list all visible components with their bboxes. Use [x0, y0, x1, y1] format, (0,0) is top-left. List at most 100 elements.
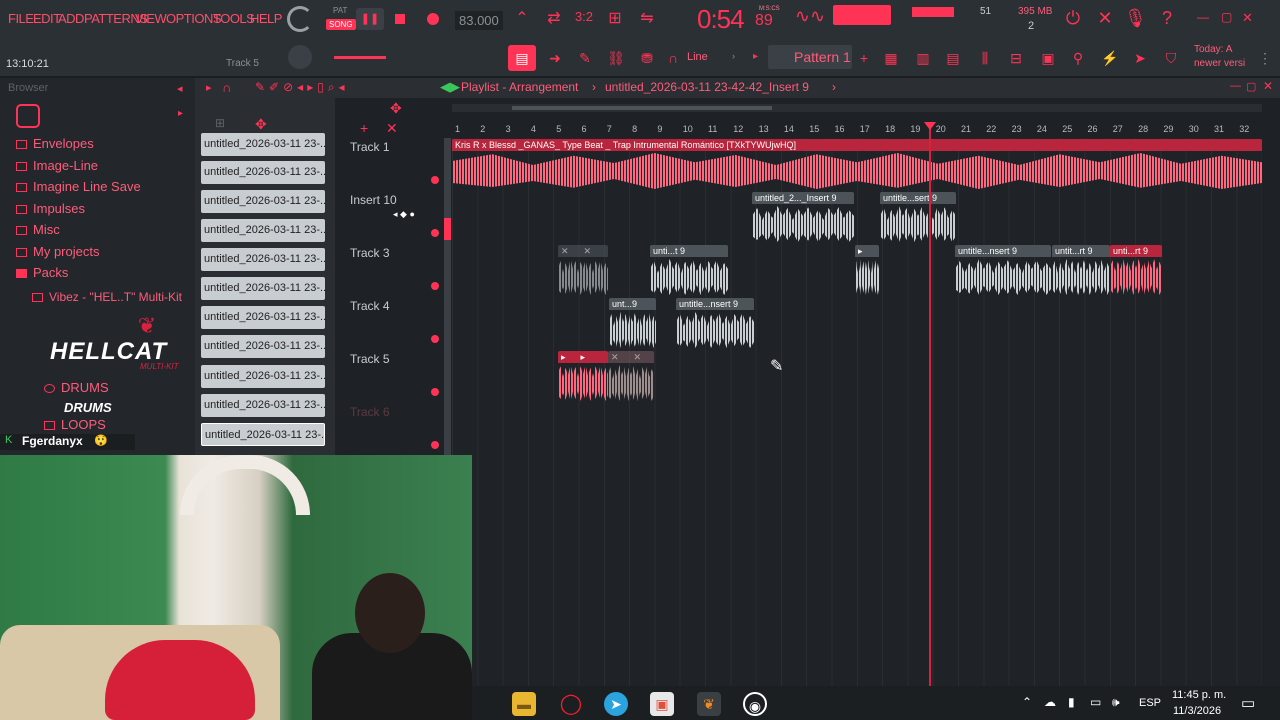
audio-clip-selected[interactable]: unti...rt 9: [1110, 245, 1162, 297]
track-header-5[interactable]: Track 5: [345, 350, 445, 402]
arrow-tool-icon[interactable]: ➜: [544, 50, 566, 68]
playlist-minimize-icon[interactable]: —: [1230, 80, 1241, 92]
master-volume-knob[interactable]: [288, 45, 312, 69]
audio-clip[interactable]: untit...rt 9: [1052, 245, 1110, 297]
opera-icon[interactable]: ◯: [559, 692, 583, 716]
clip-source-item[interactable]: untitled_2026-03-11 23-...: [201, 248, 325, 271]
playhead[interactable]: [929, 122, 931, 686]
blend-notes-icon[interactable]: ⊞: [603, 8, 627, 28]
clip-source-item[interactable]: untitled_2026-03-11 23-...: [201, 277, 325, 300]
audio-clip[interactable]: Kris R x Blessd _GANAS_ Type Beat _ Trap…: [452, 139, 1262, 191]
browser-item-pack[interactable]: Vibez - "HEL..T" Multi-Kit: [32, 287, 182, 307]
track-mute-dot[interactable]: [431, 176, 439, 184]
pattern-play-icon[interactable]: ▸: [753, 51, 758, 62]
playlist-maximize-icon[interactable]: ▢: [1246, 80, 1256, 93]
time-display[interactable]: 0:54: [697, 4, 745, 35]
clip-source-item-selected[interactable]: untitled_2026-03-11 23-...: [201, 423, 325, 446]
browser-item-packs[interactable]: Packs: [16, 263, 68, 283]
track-header-6[interactable]: Track 6: [345, 403, 445, 455]
browser-item-misc[interactable]: Misc: [16, 220, 60, 240]
playlist-tools[interactable]: ✎✐⊘◂▸▯⌕◂: [255, 80, 349, 95]
song-mode-button[interactable]: SONG: [326, 19, 356, 30]
tray-chevron-icon[interactable]: ⌃: [1022, 695, 1032, 709]
menu-edit[interactable]: EDIT: [33, 11, 61, 26]
clip-list-move-icon[interactable]: ✥: [255, 116, 267, 133]
browser-icon[interactable]: ⊟: [1005, 50, 1027, 68]
news-scroll-icon[interactable]: ⋮: [1258, 50, 1272, 67]
minimize-icon[interactable]: —: [1197, 10, 1209, 24]
tempo-display[interactable]: 83.000: [455, 11, 503, 30]
countdown-icon[interactable]: 3:2: [572, 9, 596, 24]
save-icon[interactable]: ▣: [1037, 50, 1059, 68]
browser-item-image-line[interactable]: Image-Line: [16, 156, 98, 176]
clip-source-item[interactable]: untitled_2026-03-11 23-...: [201, 365, 325, 388]
network-icon[interactable]: ▭: [1090, 695, 1101, 709]
playlist-grid[interactable]: [452, 138, 1262, 686]
browser-item-impulses[interactable]: Impulses: [16, 199, 85, 219]
track-scroll-thumb[interactable]: [444, 218, 451, 240]
remove-track-icon[interactable]: ✕: [386, 120, 398, 137]
restore-icon[interactable]: ▢: [1221, 10, 1232, 24]
track-mute-dot[interactable]: [431, 388, 439, 396]
taskbar-time[interactable]: 11:45 p. m.: [1172, 689, 1226, 701]
record-button[interactable]: [427, 13, 439, 25]
track-mute-dot[interactable]: [431, 335, 439, 343]
magnet-icon[interactable]: ∩: [662, 50, 684, 68]
menu-tools[interactable]: TOOLS: [213, 11, 255, 26]
track-mute-dot[interactable]: [431, 441, 439, 449]
clip-source-item[interactable]: untitled_2026-03-11 23-...: [201, 306, 325, 329]
playlist-zoom-icon[interactable]: ✥: [390, 100, 402, 117]
language-indicator[interactable]: ESP: [1139, 697, 1161, 709]
mixer-icon[interactable]: ⫼: [974, 50, 996, 68]
track-header-3[interactable]: Track 3: [345, 244, 445, 296]
onedrive-icon[interactable]: ☁: [1044, 695, 1056, 709]
shop-icon[interactable]: ⛉: [1160, 50, 1182, 68]
cpu-knob-icon[interactable]: [287, 6, 313, 32]
file-explorer-icon[interactable]: ▬: [512, 692, 536, 716]
breadcrumb-chevron-icon[interactable]: ›: [832, 80, 836, 94]
audio-clip-selected[interactable]: ▸ ▸: [558, 351, 608, 403]
plugin-icon[interactable]: ⚲: [1067, 50, 1089, 68]
browser-item-my-projects[interactable]: My projects: [16, 242, 99, 262]
power-icon[interactable]: ⏻: [1062, 8, 1084, 29]
obs-icon[interactable]: ◉: [743, 692, 767, 716]
pat-label[interactable]: PAT: [333, 6, 347, 15]
capture-app-icon[interactable]: ▣: [650, 692, 674, 716]
pattern-selector[interactable]: Pattern 1: [768, 45, 852, 69]
help-icon[interactable]: ?: [1156, 8, 1178, 29]
audio-clip[interactable]: untitle...sert 9: [880, 192, 956, 244]
track-mute-dot[interactable]: [431, 229, 439, 237]
link-icon[interactable]: ⛓: [605, 50, 627, 68]
news-line2[interactable]: newer versi: [1194, 58, 1245, 69]
menu-view[interactable]: VIEW: [135, 11, 167, 26]
clip-source-item[interactable]: untitled_2026-03-11 23-...: [201, 335, 325, 358]
playlist-horizontal-scrollbar[interactable]: [452, 104, 1262, 112]
headphones-icon[interactable]: ∩: [222, 80, 231, 95]
scrollbar-thumb[interactable]: [512, 106, 772, 110]
metronome-icon[interactable]: ⌃: [510, 8, 534, 28]
clip-source-item[interactable]: untitled_2026-03-11 23-...: [201, 161, 325, 184]
news-line1[interactable]: Today: A: [1194, 44, 1232, 55]
add-track-icon[interactable]: +: [360, 120, 368, 136]
playhead-marker-icon[interactable]: [924, 122, 936, 130]
clip-source-item[interactable]: untitled_2026-03-11 23-...: [201, 133, 325, 156]
track-header-1[interactable]: Track 1: [345, 138, 445, 190]
loop-record-icon[interactable]: ⇋: [635, 8, 659, 28]
clip-source-item[interactable]: untitled_2026-03-11 23-...: [201, 219, 325, 242]
telegram-icon[interactable]: ➤: [604, 692, 628, 716]
track-header-2[interactable]: Insert 10 ◂ ◆ ●: [345, 191, 445, 243]
audio-clip[interactable]: untitle...nsert 9: [955, 245, 1051, 297]
browser-item-drums[interactable]: DRUMS: [44, 378, 109, 398]
stop-button[interactable]: [395, 14, 405, 24]
browser-arrow-icon[interactable]: ◂: [177, 82, 183, 95]
browser-item-loops[interactable]: LOOPS: [44, 415, 106, 435]
audio-clip[interactable]: untitle...nsert 9: [676, 298, 754, 350]
browser-next-icon[interactable]: ▸: [178, 108, 183, 119]
volume-icon[interactable]: 🕪: [1112, 695, 1120, 710]
channel-rack-icon[interactable]: ▤: [942, 50, 964, 68]
playlist-menu-icon[interactable]: ▸: [206, 81, 212, 94]
playlist-play-icon[interactable]: ◀▶: [440, 79, 460, 95]
piano-roll-icon[interactable]: ▥: [912, 50, 934, 68]
notifications-icon[interactable]: ▭: [1241, 694, 1255, 712]
audio-clip-muted[interactable]: ✕ ✕: [558, 245, 608, 297]
